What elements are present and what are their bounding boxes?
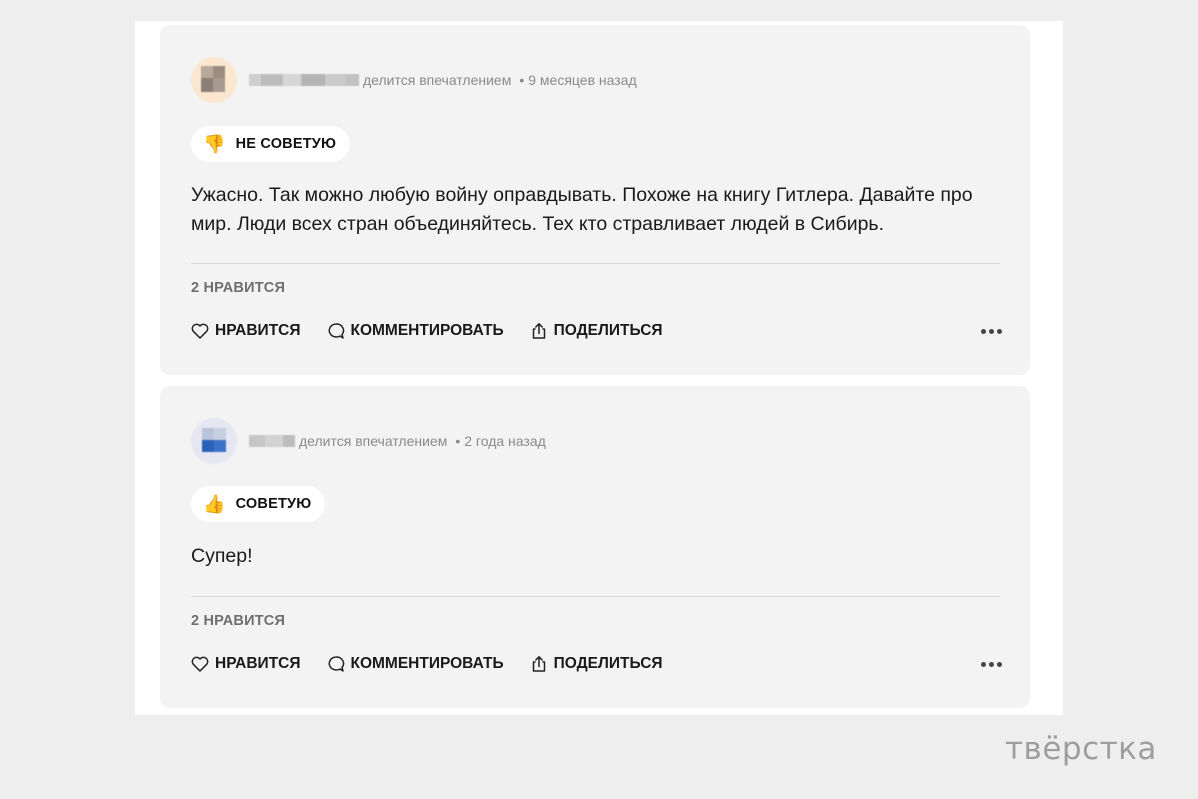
review-text: Супер! bbox=[191, 545, 253, 567]
avatar[interactable] bbox=[191, 57, 237, 103]
review-card: делится впечатлением • 9 месяцев назад 👎 Н… bbox=[160, 25, 1030, 375]
more-dots-icon[interactable] bbox=[981, 661, 1002, 667]
share-label: ПОДЕЛИТЬСЯ bbox=[553, 322, 663, 339]
comment-button[interactable]: КОММЕНТИРОВАТЬ bbox=[327, 655, 504, 673]
username-blurred[interactable] bbox=[249, 431, 295, 451]
review-text: Ужасно. Так можно любую войну оправдыват… bbox=[191, 184, 973, 235]
verdict-badge: 👍 СОВЕТУЮ bbox=[191, 486, 326, 522]
share-icon bbox=[532, 323, 545, 339]
thumbs-down-icon: 👎 bbox=[203, 134, 226, 154]
review-card: делится впечатлением • 2 года назад 👍 СОВЕ… bbox=[160, 386, 1030, 708]
review-meta: делится впечатлением • 2 года назад bbox=[299, 433, 546, 449]
like-button[interactable]: НРАВИТСЯ bbox=[191, 322, 301, 340]
speech-bubble-icon bbox=[328, 323, 344, 339]
username-blurred[interactable] bbox=[249, 70, 359, 90]
comment-label: КОММЕНТИРОВАТЬ bbox=[350, 655, 504, 672]
likes-count[interactable]: 2 НРАВИТСЯ bbox=[191, 613, 285, 629]
separator-dot: • bbox=[519, 72, 525, 88]
review-header: делится впечатлением • 9 месяцев назад bbox=[191, 57, 637, 103]
avatar[interactable] bbox=[191, 418, 237, 464]
review-actions: НРАВИТСЯ КОММЕНТИРОВАТЬ ПОДЕЛИТЬСЯ bbox=[191, 319, 1002, 343]
more-dots-icon[interactable] bbox=[981, 328, 1002, 334]
review-meta: делится впечатлением • 9 месяцев назад bbox=[363, 72, 637, 88]
heart-icon bbox=[191, 656, 209, 672]
verdict-label: НЕ СОВЕТУЮ bbox=[235, 136, 337, 152]
like-label: НРАВИТСЯ bbox=[215, 322, 301, 339]
thumbs-up-icon: 👍 bbox=[203, 494, 226, 514]
likes-count[interactable]: 2 НРАВИТСЯ bbox=[191, 280, 285, 296]
speech-bubble-icon bbox=[328, 656, 344, 672]
share-icon bbox=[532, 656, 545, 672]
like-label: НРАВИТСЯ bbox=[215, 655, 301, 672]
divider bbox=[191, 596, 1000, 597]
share-button[interactable]: ПОДЕЛИТЬСЯ bbox=[530, 655, 663, 673]
share-label: ПОДЕЛИТЬСЯ bbox=[553, 655, 663, 672]
verdict-label: СОВЕТУЮ bbox=[235, 496, 312, 512]
review-header: делится впечатлением • 2 года назад bbox=[191, 418, 546, 464]
like-button[interactable]: НРАВИТСЯ bbox=[191, 655, 301, 673]
comment-button[interactable]: КОММЕНТИРОВАТЬ bbox=[327, 322, 504, 340]
share-button[interactable]: ПОДЕЛИТЬСЯ bbox=[530, 322, 663, 340]
review-time: 9 месяцев назад bbox=[528, 72, 637, 88]
review-action-text: делится впечатлением bbox=[363, 72, 512, 88]
comment-label: КОММЕНТИРОВАТЬ bbox=[350, 322, 504, 339]
watermark-logo: твёрстка bbox=[1005, 731, 1157, 767]
verdict-badge: 👎 НЕ СОВЕТУЮ bbox=[191, 126, 351, 162]
review-actions: НРАВИТСЯ КОММЕНТИРОВАТЬ ПОДЕЛИТЬСЯ bbox=[191, 652, 1002, 676]
review-action-text: делится впечатлением bbox=[299, 433, 448, 449]
review-time: 2 года назад bbox=[464, 433, 546, 449]
heart-icon bbox=[191, 323, 209, 339]
separator-dot: • bbox=[455, 433, 461, 449]
divider bbox=[191, 263, 1000, 264]
